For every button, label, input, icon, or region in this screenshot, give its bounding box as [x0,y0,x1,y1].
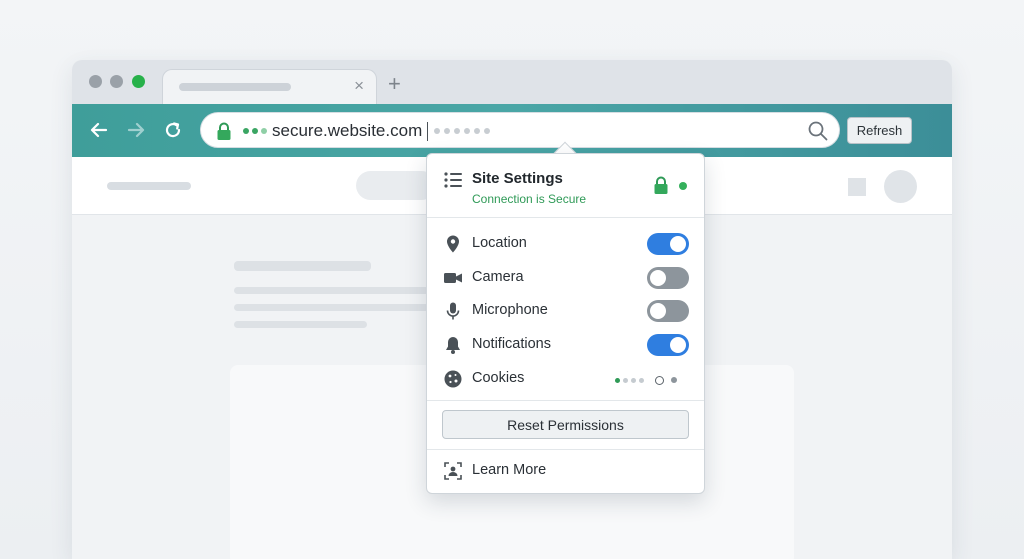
new-tab-button[interactable]: + [388,72,401,96]
text-caret [427,122,428,141]
tab-title-placeholder [179,83,291,91]
connection-status: Connection is Secure [472,192,587,206]
tab-close-icon[interactable]: × [354,76,364,96]
forward-button[interactable] [123,117,149,143]
popup-title: Site Settings [472,170,563,187]
cookie-icon [444,370,462,388]
window-close-control[interactable] [89,75,102,88]
reset-permissions-button[interactable]: Reset Permissions [442,410,689,439]
lock-icon[interactable] [215,121,233,141]
site-settings-popup: Site Settings Connection is Secure Locat… [426,153,705,494]
url-prefix-dots [243,128,267,134]
permission-microphone: Microphone [427,294,704,328]
list-settings-icon [444,172,462,188]
reload-button[interactable] [160,117,186,143]
permission-label: Location [472,235,527,251]
permission-cookies: Cookies [427,362,704,396]
text-line-placeholder [234,304,429,311]
arrow-right-icon [127,122,145,138]
permission-location: Location [427,227,704,261]
microphone-icon [446,302,460,320]
search-icon[interactable] [807,120,829,142]
text-line-placeholder [234,287,429,294]
back-button[interactable] [86,117,112,143]
text-line-placeholder [234,321,367,328]
permission-list: Location Camera Microphone Notifications… [427,227,704,395]
learn-more-link[interactable]: Learn More [427,454,704,488]
notifications-toggle[interactable] [647,334,689,357]
location-toggle[interactable] [647,233,689,255]
camera-toggle[interactable] [647,266,689,289]
refresh-button[interactable]: Refresh [847,117,912,144]
url-suffix-dots [434,128,490,134]
tab-strip: × + [72,60,952,104]
permission-camera: Camera [427,261,704,295]
divider [427,449,704,450]
address-bar[interactable]: secure.website.com [200,112,840,148]
permission-label: Cookies [472,369,525,386]
location-pin-icon [447,235,459,253]
cookie-status-indicator[interactable] [615,375,677,385]
bell-icon [446,337,460,355]
reload-icon [165,122,181,138]
secure-lock-icon [654,176,668,194]
microphone-toggle[interactable] [647,300,689,323]
browser-tab[interactable]: × [162,69,377,104]
secure-status-dot [679,182,687,190]
window-minimize-control[interactable] [110,75,123,88]
divider [427,400,704,401]
popup-header: Site Settings Connection is Secure [427,154,704,218]
url-text[interactable]: secure.website.com [272,121,422,141]
permission-notifications: Notifications [427,328,704,362]
browser-toolbar: secure.website.com Refresh [72,104,952,157]
permission-label: Notifications [472,336,551,353]
arrow-left-icon [90,122,108,138]
learn-more-icon [444,462,462,480]
heading-placeholder [234,261,371,271]
header-icon-placeholder [848,178,866,196]
header-search-placeholder [356,171,436,200]
learn-more-label: Learn More [472,462,547,478]
permission-label: Camera [472,268,524,285]
header-logo-placeholder [107,182,191,190]
camera-icon [444,272,462,283]
permission-label: Microphone [472,302,548,319]
avatar [884,170,917,203]
window-maximize-control[interactable] [132,75,145,88]
